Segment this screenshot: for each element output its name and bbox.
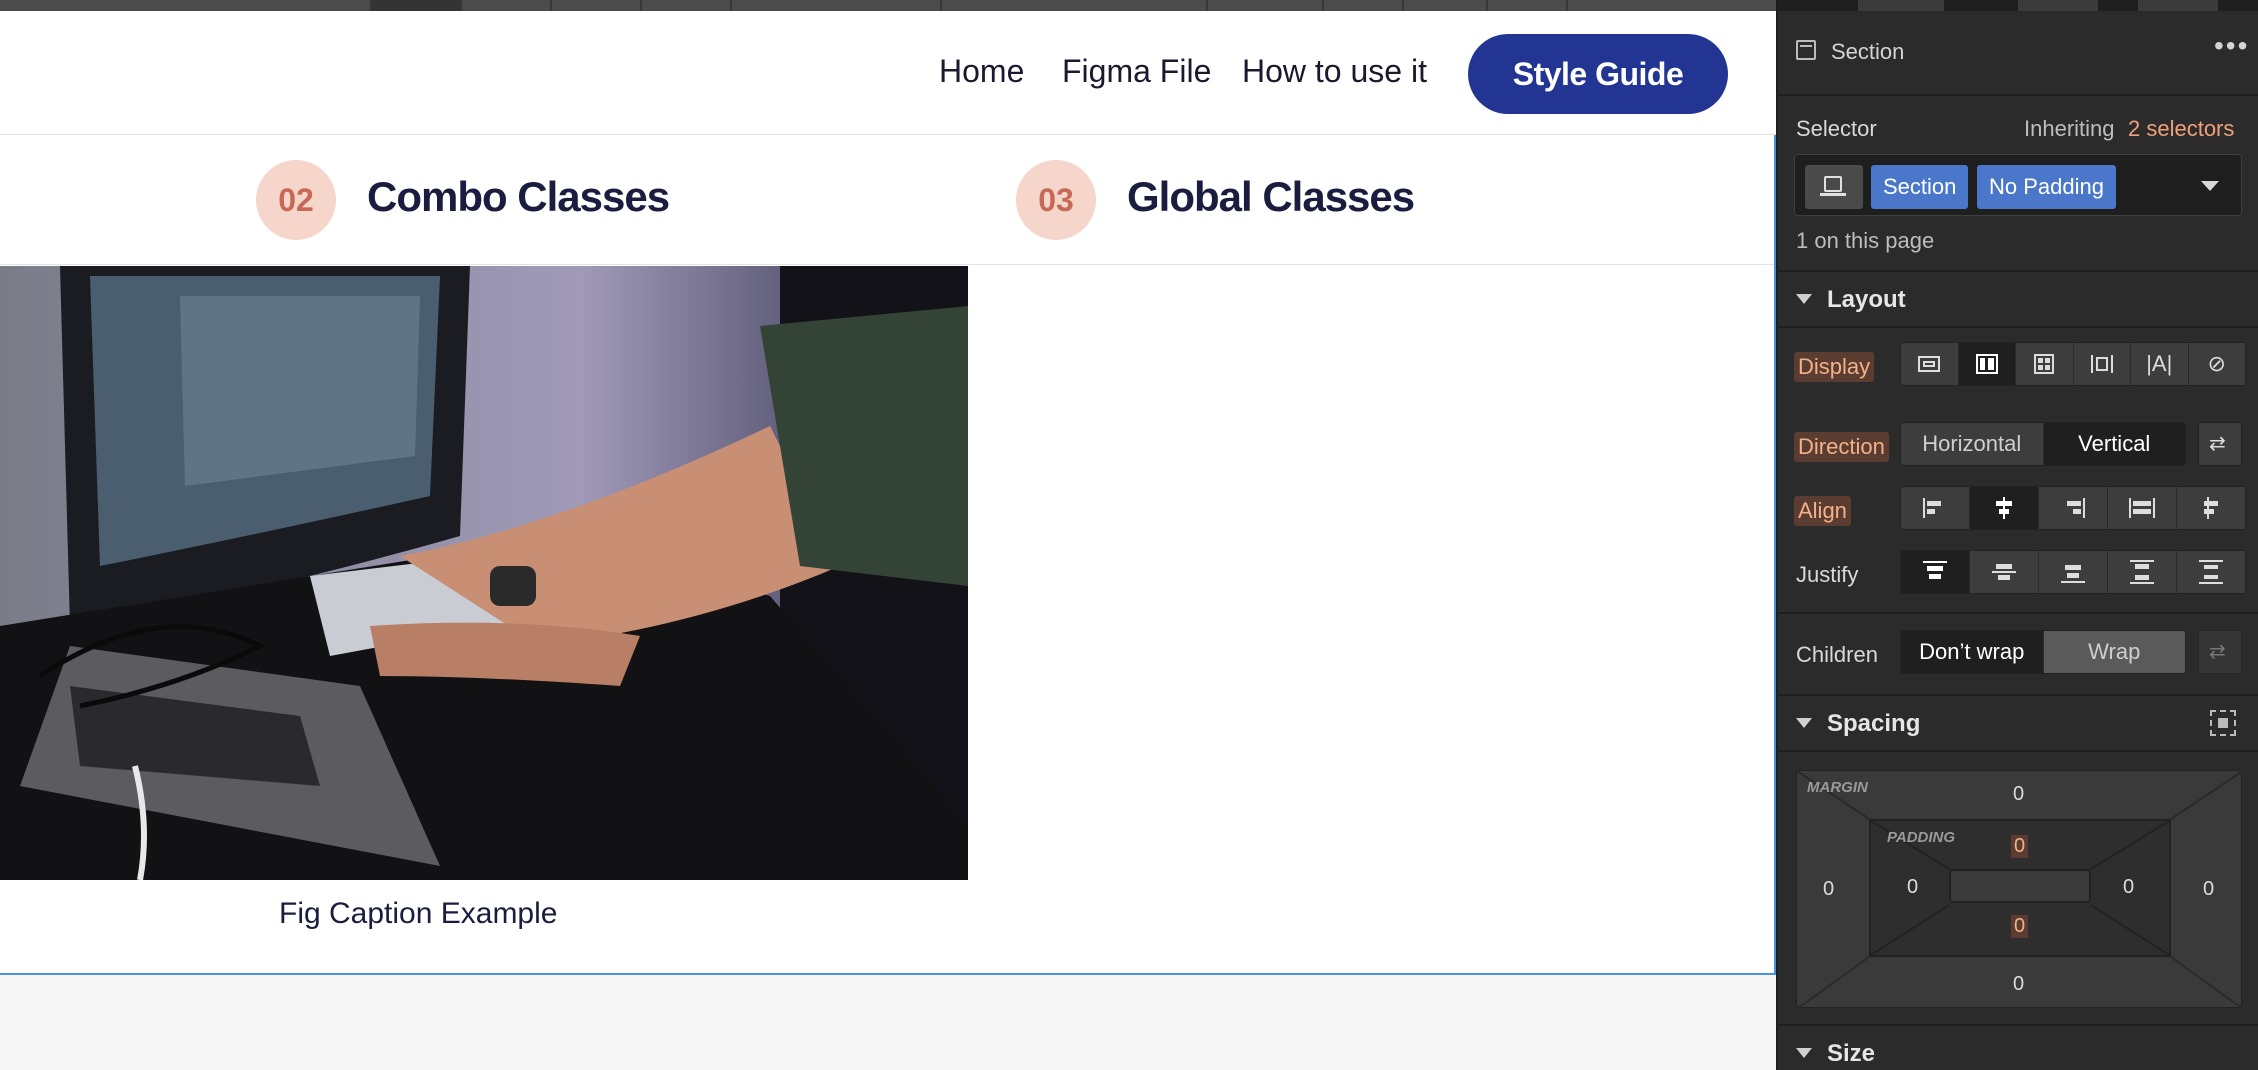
selector-state-icon[interactable] — [1805, 165, 1863, 209]
class-tabs: 02 Combo Classes 03 Global Classes — [0, 135, 1774, 265]
margin-top-value[interactable]: 0 — [2013, 783, 2024, 806]
size-title: Size — [1827, 1040, 1876, 1067]
tab-number-badge: 02 — [256, 160, 336, 240]
children-wrap-options[interactable]: Don’t wrap Wrap — [1900, 630, 2186, 674]
justify-space-between-icon[interactable] — [2108, 551, 2177, 593]
align-stretch-icon[interactable] — [2108, 487, 2177, 529]
align-options[interactable] — [1900, 486, 2246, 530]
inheriting-label: Inheriting — [2024, 116, 2115, 141]
design-canvas[interactable]: Home Figma File How to use it Style Guid… — [0, 11, 1776, 1070]
spacing-title: Spacing — [1827, 710, 1921, 737]
section-element-icon — [1796, 40, 1816, 60]
padding-left-value[interactable]: 0 — [1907, 876, 1918, 899]
on-page-count: 1 on this page — [1796, 228, 1935, 253]
display-options[interactable]: |A| ⊘ — [1900, 342, 2246, 386]
direction-horizontal[interactable]: Horizontal — [1901, 423, 2044, 465]
padding-box: PADDING 0 0 0 0 — [1869, 819, 2171, 957]
children-label: Children — [1796, 642, 1878, 667]
display-inline-icon[interactable]: |A| — [2131, 343, 2189, 385]
display-flex-icon[interactable] — [1958, 343, 2016, 385]
justify-space-around-icon[interactable] — [2177, 551, 2245, 593]
panel-divider — [1778, 750, 2258, 752]
size-section-header[interactable]: Size — [1778, 1026, 2258, 1070]
align-start-icon[interactable] — [1901, 487, 1970, 529]
children-dont-wrap[interactable]: Don’t wrap — [1901, 631, 2044, 673]
style-panel: Section ••• Selector Inheriting 2 select… — [1776, 0, 2258, 1070]
tab-combo-classes[interactable]: Combo Classes — [367, 173, 670, 221]
figure-image[interactable] — [0, 266, 968, 880]
display-grid-icon[interactable] — [2016, 343, 2074, 385]
justify-start-icon[interactable] — [1901, 551, 1970, 593]
direction-label: Direction — [1794, 432, 1889, 462]
layout-title: Layout — [1827, 286, 1906, 313]
tab-number-badge: 03 — [1016, 160, 1096, 240]
margin-left-value[interactable]: 0 — [1823, 878, 1834, 901]
justify-end-icon[interactable] — [2039, 551, 2108, 593]
direction-vertical[interactable]: Vertical — [2043, 423, 2185, 465]
figure-caption: Fig Caption Example — [279, 897, 558, 930]
content-box — [1949, 869, 2091, 903]
display-inline-block-icon[interactable] — [2074, 343, 2131, 385]
spacing-section-header[interactable]: Spacing — [1778, 696, 2258, 750]
desk-photo-illustration — [0, 266, 968, 880]
justify-label: Justify — [1796, 562, 1859, 587]
nav-link-figma-file[interactable]: Figma File — [1062, 53, 1211, 90]
align-center-icon[interactable] — [1970, 487, 2039, 529]
nav-link-home[interactable]: Home — [939, 53, 1024, 90]
style-guide-button[interactable]: Style Guide — [1468, 34, 1728, 114]
reverse-direction-icon[interactable]: ⇄ — [2198, 422, 2242, 466]
more-options-icon[interactable]: ••• — [2214, 30, 2249, 62]
justify-center-icon[interactable] — [1970, 551, 2039, 593]
display-block-icon[interactable] — [1901, 343, 1959, 385]
collapse-triangle-icon — [1796, 294, 1812, 304]
margin-right-value[interactable]: 0 — [2203, 878, 2214, 901]
spacing-box-model: MARGIN 0 0 0 0 PADDING 0 0 0 0 — [1796, 770, 2243, 1009]
align-label: Align — [1794, 496, 1851, 526]
layout-section-header[interactable]: Layout — [1778, 272, 2258, 326]
selector-label: Selector — [1796, 116, 1877, 141]
align-end-icon[interactable] — [2039, 487, 2108, 529]
direction-options[interactable]: Horizontal Vertical — [1900, 422, 2186, 466]
padding-label: PADDING — [1887, 829, 1956, 846]
panel-tab-strip — [1778, 0, 2258, 11]
site-navbar: Home Figma File How to use it Style Guid… — [0, 11, 1776, 135]
selected-section[interactable]: 02 Combo Classes 03 Global Classes Fig C… — [0, 135, 1776, 975]
collapse-triangle-icon — [1796, 718, 1812, 728]
reverse-wrap-icon[interactable]: ⇄ — [2198, 630, 2242, 674]
canvas-top-toolbar — [0, 0, 1776, 11]
padding-bottom-value[interactable]: 0 — [2011, 915, 2029, 938]
children-wrap[interactable]: Wrap — [2043, 631, 2185, 673]
collapse-triangle-icon — [1796, 1048, 1812, 1058]
chevron-down-icon[interactable] — [2201, 181, 2219, 191]
panel-divider — [1778, 612, 2258, 614]
spacing-mode-icon[interactable] — [2210, 710, 2236, 736]
display-label: Display — [1794, 352, 1875, 382]
panel-divider — [1778, 94, 2258, 96]
align-baseline-icon[interactable] — [2177, 487, 2245, 529]
element-type-label: Section — [1831, 39, 1905, 64]
padding-right-value[interactable]: 0 — [2123, 876, 2134, 899]
margin-label: MARGIN — [1807, 779, 1868, 796]
justify-options[interactable] — [1900, 550, 2246, 594]
margin-bottom-value[interactable]: 0 — [2013, 973, 2024, 996]
nav-link-how-to-use[interactable]: How to use it — [1242, 53, 1427, 90]
display-none-icon[interactable]: ⊘ — [2189, 343, 2246, 385]
inheriting-selectors-link[interactable]: 2 selectors — [2128, 116, 2234, 142]
selector-chip-no-padding[interactable]: No Padding — [1977, 165, 2116, 209]
panel-divider — [1778, 326, 2258, 328]
selector-chip-section[interactable]: Section — [1871, 165, 1969, 209]
tab-global-classes[interactable]: Global Classes — [1127, 173, 1415, 221]
selector-field[interactable]: Section No Padding — [1794, 154, 2242, 216]
padding-top-value[interactable]: 0 — [2011, 835, 2029, 858]
